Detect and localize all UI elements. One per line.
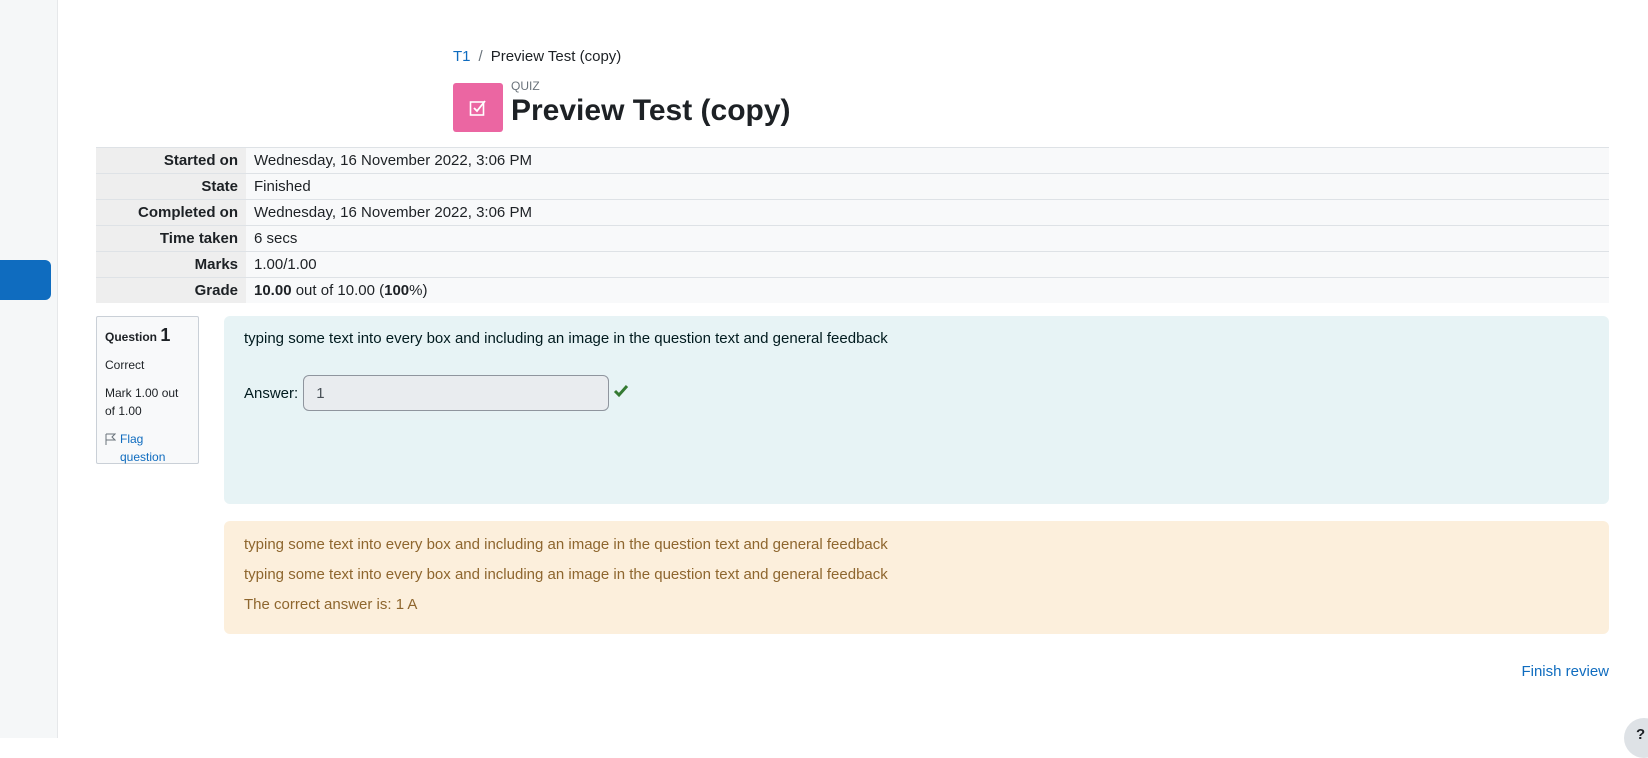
specific-feedback: typing some text into every box and incl… — [244, 536, 888, 553]
answer-input[interactable] — [303, 375, 610, 411]
quiz-check-icon — [453, 83, 503, 132]
table-row: Completed on Wednesday, 16 November 2022… — [96, 199, 1609, 226]
summary-label: Started on — [96, 147, 246, 174]
summary-label: Grade — [96, 277, 246, 303]
table-row: State Finished — [96, 173, 1609, 200]
grade-value: 10.00 out of 10.00 (100%) — [246, 277, 1609, 303]
breadcrumb: T1 / Preview Test (copy) — [453, 48, 621, 65]
table-row: Started on Wednesday, 16 November 2022, … — [96, 147, 1609, 174]
grade-out-of: out of 10.00 ( — [291, 282, 385, 299]
question-mark: Mark 1.00 out of 1.00 — [105, 386, 179, 418]
question-text: typing some text into every box and incl… — [244, 330, 888, 347]
drawer-toggle-button[interactable] — [0, 260, 51, 300]
summary-value: Wednesday, 16 November 2022, 3:06 PM — [246, 147, 1609, 174]
breadcrumb-separator: / — [478, 48, 483, 65]
question-info-panel: Question 1 Correct Mark 1.00 out of 1.00… — [96, 316, 199, 464]
summary-value: Wednesday, 16 November 2022, 3:06 PM — [246, 199, 1609, 226]
summary-value: Finished — [246, 173, 1609, 200]
question-formulation: typing some text into every box and incl… — [224, 316, 1609, 504]
activity-header: QUIZ Preview Test (copy) — [453, 79, 791, 132]
question-outcome: typing some text into every box and incl… — [224, 521, 1609, 634]
page-title: Preview Test (copy) — [511, 93, 791, 127]
table-row: Marks 1.00/1.00 — [96, 251, 1609, 278]
summary-label: Completed on — [96, 199, 246, 226]
flag-question-button[interactable]: Flag question — [105, 430, 190, 466]
breadcrumb-current: Preview Test (copy) — [490, 48, 622, 65]
table-row: Time taken 6 secs — [96, 225, 1609, 252]
help-button[interactable]: ? — [1624, 718, 1648, 758]
grade-score: 10.00 — [254, 282, 292, 299]
summary-label: Time taken — [96, 225, 246, 252]
summary-label: State — [96, 173, 246, 200]
summary-value: 6 secs — [246, 225, 1609, 252]
summary-value: 1.00/1.00 — [246, 251, 1609, 278]
left-rail — [0, 0, 58, 738]
breadcrumb-course-link[interactable]: T1 — [453, 48, 471, 65]
general-feedback: typing some text into every box and incl… — [244, 566, 888, 583]
answer-label: Answer: — [244, 384, 299, 402]
question-state: Correct — [105, 358, 145, 372]
finish-review-link[interactable]: Finish review — [1521, 663, 1609, 680]
attempt-summary-table: Started on Wednesday, 16 November 2022, … — [96, 147, 1609, 303]
table-row: Grade 10.00 out of 10.00 (100%) — [96, 277, 1609, 303]
answer-row: Answer: — [244, 375, 1589, 411]
flag-question-label: Flag question — [120, 432, 166, 464]
question-number: 1 — [160, 325, 171, 345]
check-icon — [613, 384, 629, 402]
right-answer: The correct answer is: 1 A — [244, 596, 418, 613]
question-label: Question — [105, 330, 158, 344]
activity-type: QUIZ — [511, 78, 540, 93]
summary-label: Marks — [96, 251, 246, 278]
grade-suffix: %) — [409, 282, 428, 299]
grade-percent: 100 — [384, 282, 410, 299]
flag-icon — [105, 432, 117, 466]
